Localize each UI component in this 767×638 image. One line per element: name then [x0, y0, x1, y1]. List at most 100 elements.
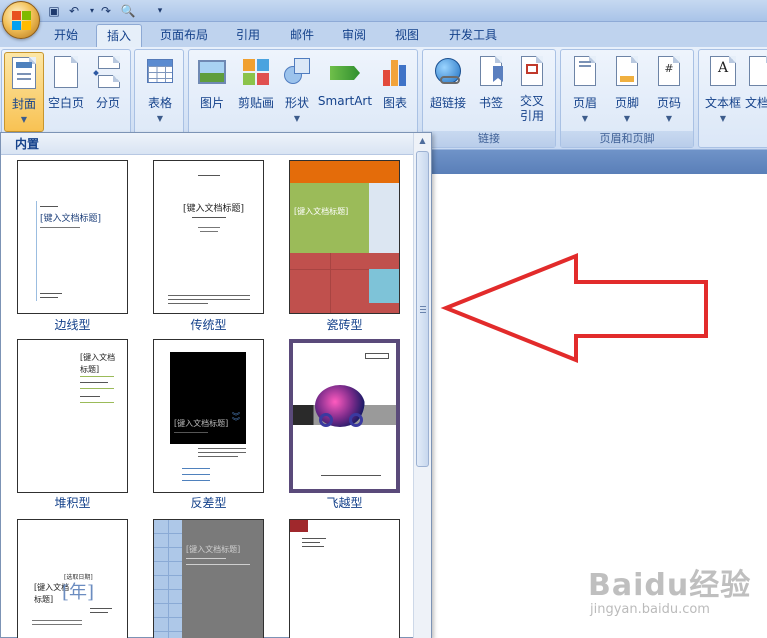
- scrollbar-thumb[interactable]: [416, 151, 429, 467]
- thumbnail-title: [键入文档标题]: [183, 204, 245, 214]
- table-label: 表格: [147, 96, 172, 110]
- tab-insert[interactable]: 插入: [96, 24, 142, 47]
- page-number-button[interactable]: # 页码 ▼: [649, 52, 689, 132]
- header-button[interactable]: 页眉 ▼: [565, 52, 605, 132]
- clip-art-label: 剪贴画: [237, 96, 274, 110]
- footer-icon: [611, 56, 643, 88]
- tab-page-layout[interactable]: 页面布局: [150, 24, 218, 47]
- thumbnail-title: [键入文档标题]: [174, 419, 229, 428]
- cover-page-gallery: 内置 [键入文档标题] 边线型 [键入文档标题] 传统型 [键入文档标题] 瓷砖…: [0, 132, 432, 638]
- undo-icon[interactable]: ↶: [66, 3, 82, 19]
- bookmark-icon: [475, 56, 507, 88]
- thumbnail-title: [键入文档标题]: [186, 545, 241, 554]
- cover-thumbnail-tiles[interactable]: [键入文档标题]: [289, 160, 400, 314]
- bookmark-button[interactable]: 书签: [473, 52, 509, 132]
- tab-mailings[interactable]: 邮件: [280, 24, 324, 47]
- scroll-up-icon[interactable]: ▲: [417, 136, 428, 146]
- cover-page-button[interactable]: 封面 ▼: [4, 52, 44, 132]
- shapes-button[interactable]: 形状 ▼: [279, 52, 315, 132]
- page-break-label: 分页: [95, 96, 120, 110]
- page-number-label: 页码: [656, 96, 681, 110]
- clip-art-button[interactable]: 剪贴画: [235, 52, 277, 132]
- links-group-label: 链接: [423, 131, 555, 147]
- bookmark-label: 书签: [478, 96, 503, 110]
- smartart-button[interactable]: SmartArt: [317, 52, 373, 132]
- thumbnail-title: [键入文档标题]: [294, 207, 349, 216]
- shapes-icon: [281, 56, 313, 88]
- gallery-header: 内置: [1, 133, 413, 155]
- hyperlink-icon: [432, 56, 464, 88]
- blank-page-label: 空白页: [47, 96, 84, 110]
- cross-reference-button[interactable]: 交叉 引用: [511, 52, 553, 132]
- tab-references[interactable]: 引用: [226, 24, 270, 47]
- tab-view[interactable]: 视图: [385, 24, 429, 47]
- cover-thumbnail-flyover[interactable]: [289, 339, 400, 493]
- picture-label: 图片: [199, 96, 224, 110]
- tab-developer[interactable]: 开发工具: [440, 24, 506, 47]
- hyperlink-button[interactable]: 超链接: [425, 52, 471, 132]
- chart-label: 图表: [382, 96, 407, 110]
- hyperlink-label: 超链接: [429, 96, 466, 110]
- table-icon: [144, 56, 176, 88]
- chevron-down-icon: ▼: [20, 115, 28, 124]
- quick-parts-button[interactable]: 文档: [745, 52, 767, 132]
- office-logo-icon: [12, 11, 32, 31]
- picture-icon: [196, 56, 228, 88]
- links-group: 超链接 书签 交叉 引用 链接: [422, 49, 556, 148]
- watermark-brand: Baidu经验: [588, 568, 752, 603]
- chevron-down-icon: ▼: [665, 114, 673, 123]
- cross-reference-icon: [516, 56, 548, 88]
- chart-button[interactable]: 图表: [375, 52, 415, 132]
- thumbnail-title: 标题]: [34, 595, 54, 604]
- thumbnail-title: 标题]: [80, 365, 100, 374]
- page-break-button[interactable]: 分页: [88, 52, 128, 132]
- print-preview-icon[interactable]: 🔍: [120, 3, 136, 19]
- thumbnail-label: 边线型: [54, 318, 91, 332]
- thumbnail-label: 传统型: [190, 318, 227, 332]
- chart-icon: [379, 56, 411, 88]
- save-icon[interactable]: ▣: [46, 3, 62, 19]
- cover-thumbnail-stacked[interactable]: [键入文档 标题]: [17, 339, 128, 493]
- thumbnail-title: [键入文档标题]: [40, 214, 102, 224]
- tab-home[interactable]: 开始: [44, 24, 88, 47]
- cover-thumbnail-grid[interactable]: [键入文档标题]: [153, 519, 264, 638]
- quick-parts-label: 文档: [745, 96, 767, 110]
- thumbnail-title: [键入文档: [80, 353, 116, 362]
- chevron-down-icon: ▼: [623, 114, 631, 123]
- cover-thumbnail-traditional[interactable]: [键入文档标题]: [153, 160, 264, 314]
- ribbon-tabs: 开始 插入 页面布局 引用 邮件 审阅 视图 开发工具: [0, 22, 767, 47]
- header-icon: [569, 56, 601, 88]
- chevron-down-icon: ▼: [581, 114, 589, 123]
- footer-button[interactable]: 页脚 ▼: [607, 52, 647, 132]
- clip-art-icon: [240, 56, 272, 88]
- title-bar: ▣ ↶ ▾ ↷ 🔍 ▾: [0, 0, 767, 22]
- text-box-button[interactable]: A 文本框 ▼: [701, 52, 745, 132]
- office-button[interactable]: [2, 1, 40, 39]
- cover-thumbnail-sideline[interactable]: [键入文档标题]: [17, 160, 128, 314]
- chevron-down-icon: ▼: [719, 114, 727, 123]
- gallery-scrollbar[interactable]: ▲: [413, 133, 431, 638]
- cover-thumbnail-year[interactable]: [选取日期] [键入文档 标题] [年]: [17, 519, 128, 638]
- redo-icon[interactable]: ↷: [98, 3, 114, 19]
- cover-thumbnail-contrast[interactable]: [键入文档标题] ︾ ︾: [153, 339, 264, 493]
- text-box-label: 文本框: [704, 96, 741, 110]
- red-arrow-annotation: [440, 253, 708, 363]
- thumbnail-label: 反差型: [190, 496, 227, 510]
- smartart-icon: [329, 56, 361, 88]
- table-button[interactable]: 表格 ▼: [138, 52, 182, 132]
- chevron-down-icon: ▼: [156, 114, 164, 123]
- thumbnail-year: [年]: [62, 582, 95, 603]
- cover-thumbnail-annual[interactable]: [289, 519, 400, 638]
- thumbnail-label: 瓷砖型: [326, 318, 363, 332]
- thumbnail-label: 堆积型: [54, 496, 91, 510]
- quick-parts-icon: [746, 56, 767, 88]
- watermark-url: jingyan.baidu.com: [590, 602, 710, 617]
- watermark: Baidu经验 jingyan.baidu.com: [588, 560, 758, 626]
- document-ruler-strip: [430, 150, 767, 174]
- picture-button[interactable]: 图片: [191, 52, 233, 132]
- page-break-icon: [92, 56, 124, 88]
- customize-quick-access-icon[interactable]: ▾: [152, 3, 168, 19]
- tab-review[interactable]: 审阅: [332, 24, 376, 47]
- blank-page-button[interactable]: 空白页: [46, 52, 86, 132]
- header-label: 页眉: [572, 96, 597, 110]
